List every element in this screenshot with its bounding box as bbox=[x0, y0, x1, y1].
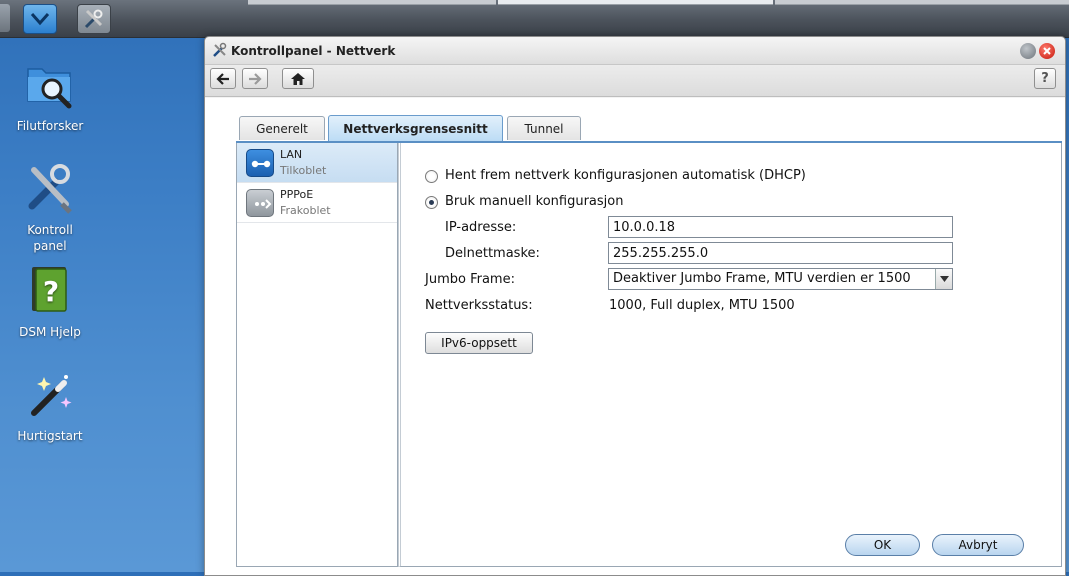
lan-icon bbox=[246, 149, 274, 177]
manual-config-radio[interactable] bbox=[425, 196, 438, 209]
back-button[interactable] bbox=[210, 68, 236, 89]
tools-icon bbox=[84, 9, 103, 29]
window-title: Kontrollpanel - Nettverk bbox=[231, 44, 396, 58]
help-book-icon: ? bbox=[22, 263, 78, 319]
folder-search-icon bbox=[22, 57, 78, 113]
tools-icon bbox=[22, 160, 78, 216]
network-status-label: Nettverksstatus: bbox=[425, 298, 533, 313]
taskbar-window-strip-active[interactable] bbox=[498, 0, 773, 5]
interface-item-pppoe[interactable]: PPPoE Frakoblet bbox=[237, 183, 397, 223]
interface-status: Tilkoblet bbox=[280, 164, 327, 177]
dhcp-radio[interactable] bbox=[425, 170, 438, 183]
cancel-button[interactable]: Avbryt bbox=[932, 534, 1024, 556]
minimize-button[interactable] bbox=[1020, 43, 1036, 59]
desktop-icon-label: DSM Hjelp bbox=[19, 325, 81, 339]
taskbar-window-strip[interactable] bbox=[775, 0, 1069, 5]
taskbar-window-strip[interactable] bbox=[248, 0, 496, 5]
jumbo-frame-select[interactable]: Deaktiver Jumbo Frame, MTU verdien er 15… bbox=[608, 268, 953, 290]
arrow-left-icon bbox=[216, 72, 229, 85]
network-status-value: 1000, Full duplex, MTU 1500 bbox=[609, 298, 795, 313]
home-icon bbox=[291, 72, 305, 85]
subnet-mask-label: Delnettmaske: bbox=[445, 246, 540, 261]
manual-config-label[interactable]: Bruk manuell konfigurasjon bbox=[445, 194, 623, 209]
interface-name: LAN bbox=[280, 148, 303, 161]
interface-list: LAN Tilkoblet PPPoE Frakoblet bbox=[236, 143, 398, 567]
desktop-icon-dsm-help[interactable]: ? DSM Hjelp bbox=[0, 263, 100, 339]
desktop-icon-control-panel[interactable]: Kontroll panel bbox=[0, 160, 100, 254]
jumbo-frame-value: Deaktiver Jumbo Frame, MTU verdien er 15… bbox=[613, 271, 911, 286]
desktop-icon-file-explorer[interactable]: Filutforsker bbox=[0, 57, 100, 133]
window-toolbar: ? bbox=[205, 65, 1065, 97]
tab-nettverksgrensesnitt[interactable]: Nettverksgrensesnitt bbox=[328, 115, 503, 141]
jumbo-frame-label: Jumbo Frame: bbox=[425, 272, 515, 287]
ipv6-setup-button[interactable]: IPv6-oppsett bbox=[425, 332, 533, 354]
arrow-right-icon bbox=[249, 72, 262, 85]
taskbar bbox=[0, 0, 1069, 38]
desktop-icon-label: Kontroll panel bbox=[27, 223, 73, 253]
magic-wand-icon bbox=[22, 367, 78, 423]
interface-name: PPPoE bbox=[280, 188, 314, 201]
window-titlebar[interactable]: Kontrollpanel - Nettverk bbox=[205, 37, 1065, 65]
desktop-icon-label: Filutforsker bbox=[16, 119, 84, 133]
close-button[interactable] bbox=[1039, 43, 1055, 59]
dhcp-label[interactable]: Hent frem nettverk konfigurasjonen autom… bbox=[445, 168, 806, 183]
window-content: Generelt Nettverksgrensesnitt Tunnel LAN… bbox=[205, 98, 1065, 575]
home-button[interactable] bbox=[282, 68, 314, 89]
main-menu-button[interactable] bbox=[23, 4, 57, 34]
ip-address-input[interactable] bbox=[608, 216, 953, 238]
subnet-mask-input[interactable] bbox=[608, 242, 953, 264]
ok-button[interactable]: OK bbox=[845, 534, 920, 556]
help-button[interactable]: ? bbox=[1034, 68, 1056, 89]
tab-tunnel[interactable]: Tunnel bbox=[507, 116, 581, 140]
chevron-down-icon bbox=[30, 13, 50, 26]
pppoe-icon bbox=[246, 189, 274, 217]
taskbar-edge bbox=[0, 4, 10, 32]
taskbar-control-panel-button[interactable] bbox=[77, 4, 111, 34]
interface-item-lan[interactable]: LAN Tilkoblet bbox=[237, 143, 397, 183]
interface-status: Frakoblet bbox=[280, 204, 331, 217]
tools-icon bbox=[213, 42, 227, 57]
chevron-down-icon[interactable] bbox=[935, 269, 952, 289]
interface-settings-panel: Hent frem nettverk konfigurasjonen autom… bbox=[398, 143, 1062, 567]
tab-generelt[interactable]: Generelt bbox=[239, 116, 325, 140]
ip-address-label: IP-adresse: bbox=[445, 220, 517, 235]
svg-text:?: ? bbox=[43, 275, 59, 308]
close-icon bbox=[1043, 47, 1051, 55]
control-panel-window: Kontrollpanel - Nettverk ? Generelt Nett… bbox=[204, 36, 1066, 576]
desktop-icon-label: Hurtigstart bbox=[17, 429, 83, 443]
forward-button[interactable] bbox=[242, 68, 268, 89]
desktop-icon-quick-start[interactable]: Hurtigstart bbox=[0, 367, 100, 443]
